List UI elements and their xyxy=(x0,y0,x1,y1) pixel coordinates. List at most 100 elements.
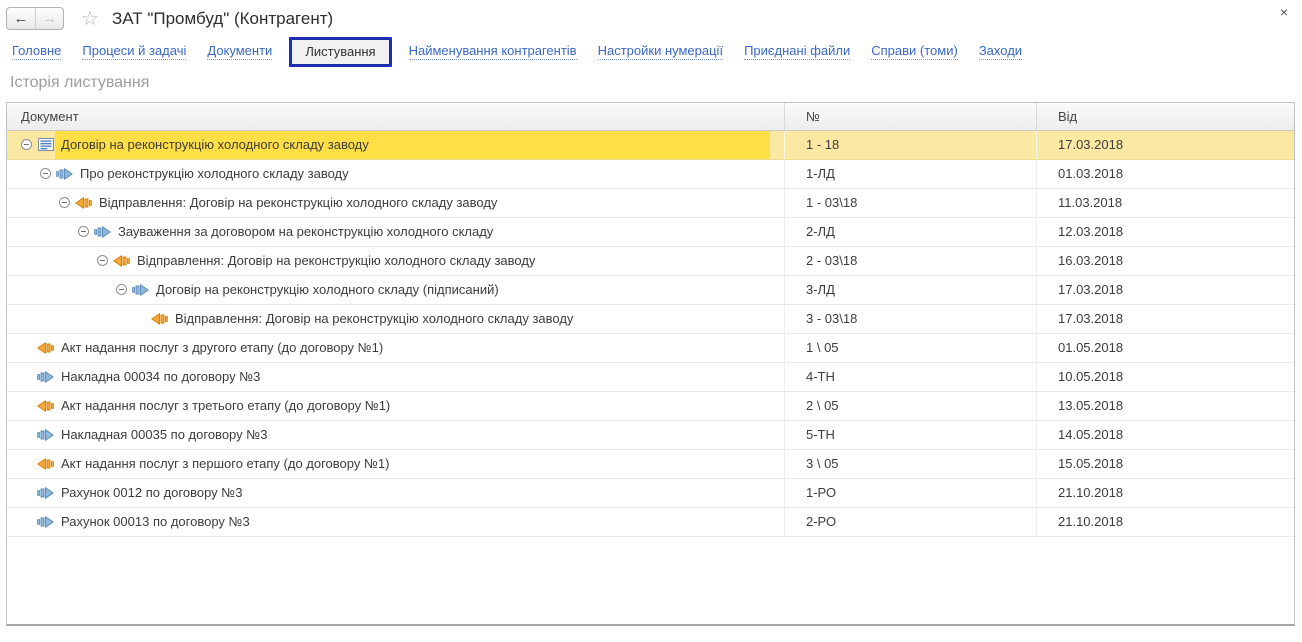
collapse-node-icon[interactable] xyxy=(19,139,34,150)
nav-tab-2[interactable]: Процеси й задачі xyxy=(82,44,186,60)
document-number: 3 - 03\18 xyxy=(785,305,1037,333)
outgoing-icon xyxy=(36,458,55,470)
forward-button[interactable]: → xyxy=(35,8,63,29)
table-row[interactable]: Про реконструкцію холодного складу завод… xyxy=(7,160,1294,189)
document-cell: Рахунок 0012 по договору №3 xyxy=(7,479,785,507)
collapse-node-icon[interactable] xyxy=(114,284,129,295)
document-date: 11.03.2018 xyxy=(1037,189,1294,217)
collapse-node-icon[interactable] xyxy=(38,168,53,179)
tree-indent xyxy=(7,231,76,232)
document-title: Відправлення: Договір на реконструкцію х… xyxy=(131,247,543,275)
correspondence-table: Документ № Від Договір на реконструкцію … xyxy=(6,102,1295,626)
nav-tab-3[interactable]: Документи xyxy=(207,44,272,60)
table-row[interactable]: Акт надання послуг з третього етапу (до … xyxy=(7,392,1294,421)
document-number: 3 \ 05 xyxy=(785,450,1037,478)
outgoing-icon xyxy=(150,313,169,325)
nav-tabs: Головне Процеси й задачі Документи Листуван… xyxy=(0,32,1302,74)
document-number: 4-ТН xyxy=(785,363,1037,391)
table-row[interactable]: Рахунок 0012 по договору №31-РО21.10.201… xyxy=(7,479,1294,508)
section-title: Історія листування xyxy=(10,74,1302,92)
document-title: Рахунок 0012 по договору №3 xyxy=(55,479,250,507)
document-title: Рахунок 00013 по договору №3 xyxy=(55,508,258,536)
minus-circle-icon xyxy=(78,226,89,237)
minus-circle-icon xyxy=(116,284,127,295)
document-number: 2 - 03\18 xyxy=(785,247,1037,275)
nav-tab-4[interactable]: Листування xyxy=(289,37,391,68)
tree-indent xyxy=(7,492,19,493)
document-date: 01.03.2018 xyxy=(1037,160,1294,188)
nav-tab-5[interactable]: Найменування контрагентів xyxy=(409,44,577,60)
document-date: 10.05.2018 xyxy=(1037,363,1294,391)
table-row[interactable]: Відправлення: Договір на реконструкцію х… xyxy=(7,189,1294,218)
minus-circle-icon xyxy=(59,197,70,208)
table-row[interactable]: Рахунок 00013 по договору №32-РО21.10.20… xyxy=(7,508,1294,537)
document-number: 1 - 18 xyxy=(785,131,1037,159)
document-number: 2-ЛД xyxy=(785,218,1037,246)
document-date: 16.03.2018 xyxy=(1037,247,1294,275)
collapse-node-icon[interactable] xyxy=(95,255,110,266)
document-cell: Відправлення: Договір на реконструкцію х… xyxy=(7,305,785,333)
nav-tab-7[interactable]: Приєднані файли xyxy=(744,44,850,60)
tree-indent xyxy=(7,144,19,145)
tree-indent xyxy=(7,463,19,464)
document-cell: Зауваження за договором на реконструкцію… xyxy=(7,218,785,246)
table-row[interactable]: Зауваження за договором на реконструкцію… xyxy=(7,218,1294,247)
tree-indent xyxy=(7,202,57,203)
document-number: 3-ЛД xyxy=(785,276,1037,304)
tree-indent xyxy=(7,521,19,522)
document-date: 12.03.2018 xyxy=(1037,218,1294,246)
document-date: 17.03.2018 xyxy=(1037,131,1294,159)
table-row[interactable]: Відправлення: Договір на реконструкцію х… xyxy=(7,247,1294,276)
document-title: Акт надання послуг з першого етапу (до д… xyxy=(55,450,397,478)
column-header-document[interactable]: Документ xyxy=(7,103,785,130)
document-title: Накладна 00034 по договору №3 xyxy=(55,363,268,391)
table-body: Договір на реконструкцію холодного склад… xyxy=(7,131,1294,624)
document-title: Накладная 00035 по договору №3 xyxy=(55,421,275,449)
document-title: Відправлення: Договір на реконструкцію х… xyxy=(169,305,581,333)
minus-circle-icon xyxy=(97,255,108,266)
document-date: 17.03.2018 xyxy=(1037,305,1294,333)
document-title: Зауваження за договором на реконструкцію… xyxy=(112,218,501,246)
back-button[interactable]: ← xyxy=(7,8,35,29)
table-row[interactable]: Договір на реконструкцію холодного склад… xyxy=(7,131,1294,160)
table-row[interactable]: Накладна 00034 по договору №3 4-ТН10.05.2… xyxy=(7,363,1294,392)
table-row[interactable]: Накладная 00035 по договору №35-ТН14.05.… xyxy=(7,421,1294,450)
nav-tab-8[interactable]: Справи (томи) xyxy=(871,44,958,60)
incoming-icon xyxy=(36,371,55,383)
tree-indent xyxy=(7,434,19,435)
table-header: Документ № Від xyxy=(7,103,1294,131)
document-date: 15.05.2018 xyxy=(1037,450,1294,478)
tree-indent xyxy=(7,173,38,174)
nav-tab-1[interactable]: Головне xyxy=(12,44,61,60)
document-cell: Акт надання послуг з третього етапу (до … xyxy=(7,392,785,420)
document-number: 1-РО xyxy=(785,479,1037,507)
page-title: ЗАТ "Промбуд" (Контрагент) xyxy=(112,9,333,29)
minus-circle-icon xyxy=(40,168,51,179)
document-cell: Акт надання послуг з першого етапу (до д… xyxy=(7,450,785,478)
document-cell: Відправлення: Договір на реконструкцію х… xyxy=(7,247,785,275)
document-date: 17.03.2018 xyxy=(1037,276,1294,304)
close-icon[interactable]: × xyxy=(1280,4,1288,20)
table-row[interactable]: Договір на реконструкцію холодного склад… xyxy=(7,276,1294,305)
document-date: 21.10.2018 xyxy=(1037,508,1294,536)
nav-tab-9[interactable]: Заходи xyxy=(979,44,1022,60)
table-row[interactable]: Акт надання послуг з першого етапу (до д… xyxy=(7,450,1294,479)
favorite-star-icon[interactable]: ☆ xyxy=(81,9,99,29)
table-row[interactable]: Акт надання послуг з другого етапу (до д… xyxy=(7,334,1294,363)
outgoing-icon xyxy=(112,255,131,267)
document-title: Про реконструкцію холодного складу завод… xyxy=(74,160,357,188)
tree-indent xyxy=(7,260,95,261)
document-number: 1 \ 05 xyxy=(785,334,1037,362)
column-header-date[interactable]: Від xyxy=(1037,103,1294,130)
document-number: 2 \ 05 xyxy=(785,392,1037,420)
table-row[interactable]: Відправлення: Договір на реконструкцію х… xyxy=(7,305,1294,334)
tree-indent xyxy=(7,347,19,348)
collapse-node-icon[interactable] xyxy=(57,197,72,208)
incoming-icon xyxy=(93,226,112,238)
minus-circle-icon xyxy=(21,139,32,150)
column-header-number[interactable]: № xyxy=(785,103,1037,130)
collapse-node-icon[interactable] xyxy=(76,226,91,237)
document-cell: Накладна 00034 по договору №3 xyxy=(7,363,785,391)
nav-tab-6[interactable]: Настройки нумерації xyxy=(598,44,723,60)
tree-indent xyxy=(7,376,19,377)
